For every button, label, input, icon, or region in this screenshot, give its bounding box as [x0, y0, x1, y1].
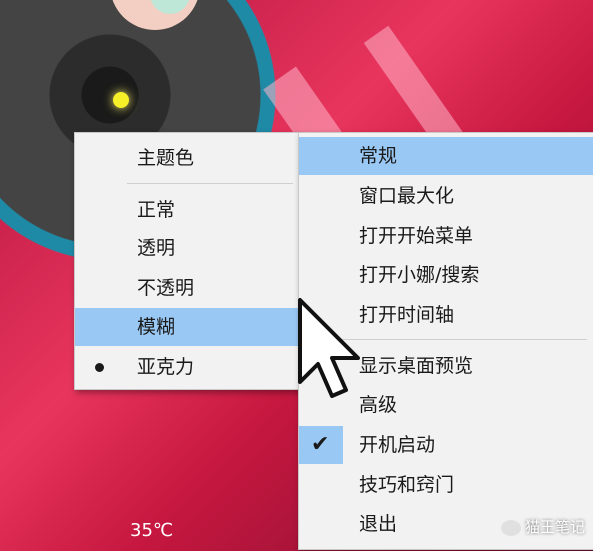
- menu-item-startup[interactable]: ✔ 开机启动: [299, 426, 593, 464]
- menu-item-label: 亚克力: [137, 356, 195, 378]
- speaker-led: [113, 92, 129, 108]
- menu-item-label: 主题色: [137, 147, 195, 169]
- temperature-readout: 35℃: [130, 520, 174, 541]
- watermark: 猫王笔记: [500, 516, 585, 537]
- menu-separator: [127, 183, 293, 184]
- menu-item-label: 打开小娜/搜索: [359, 264, 480, 286]
- menu-item-open-start-menu[interactable]: 打开开始菜单: [299, 217, 593, 255]
- menu-item-label: 退出: [359, 513, 398, 535]
- radio-bullet-icon: [95, 363, 104, 372]
- menu-item-blur[interactable]: 模糊: [75, 308, 299, 346]
- menu-item-label: 正常: [137, 199, 176, 221]
- menu-item-general[interactable]: 常规: [299, 137, 593, 175]
- menu-item-label: 技巧和窍门: [359, 474, 455, 496]
- mouse-cursor-icon: [298, 298, 360, 398]
- menu-item-theme-color[interactable]: 主题色: [75, 139, 299, 177]
- menu-item-acrylic[interactable]: 亚克力: [75, 348, 299, 386]
- menu-item-label: 不透明: [137, 277, 195, 299]
- menu-item-label: 开机启动: [359, 434, 436, 456]
- menu-item-label: 透明: [137, 237, 176, 259]
- menu-item-label: 显示桌面预览: [359, 355, 474, 377]
- wechat-icon: [500, 519, 521, 536]
- menu-item-tips-tricks[interactable]: 技巧和窍门: [299, 466, 593, 504]
- menu-item-transparent[interactable]: 透明: [75, 229, 299, 267]
- menu-item-label: 常规: [359, 145, 398, 167]
- menu-item-normal[interactable]: 正常: [75, 191, 299, 229]
- watermark-text: 猫王笔记: [524, 518, 585, 536]
- checkmark-icon: ✔: [311, 432, 330, 457]
- menu-item-opaque[interactable]: 不透明: [75, 269, 299, 307]
- menu-item-label: 打开时间轴: [359, 304, 455, 326]
- menu-item-maximize-window[interactable]: 窗口最大化: [299, 177, 593, 215]
- menu-item-open-cortana-search[interactable]: 打开小娜/搜索: [299, 256, 593, 294]
- menu-item-label: 模糊: [137, 316, 176, 338]
- menu-item-label: 打开开始菜单: [359, 225, 474, 247]
- theme-submenu: 主题色 正常 透明 不透明 模糊 亚克力: [74, 132, 300, 390]
- menu-item-label: 窗口最大化: [359, 185, 455, 207]
